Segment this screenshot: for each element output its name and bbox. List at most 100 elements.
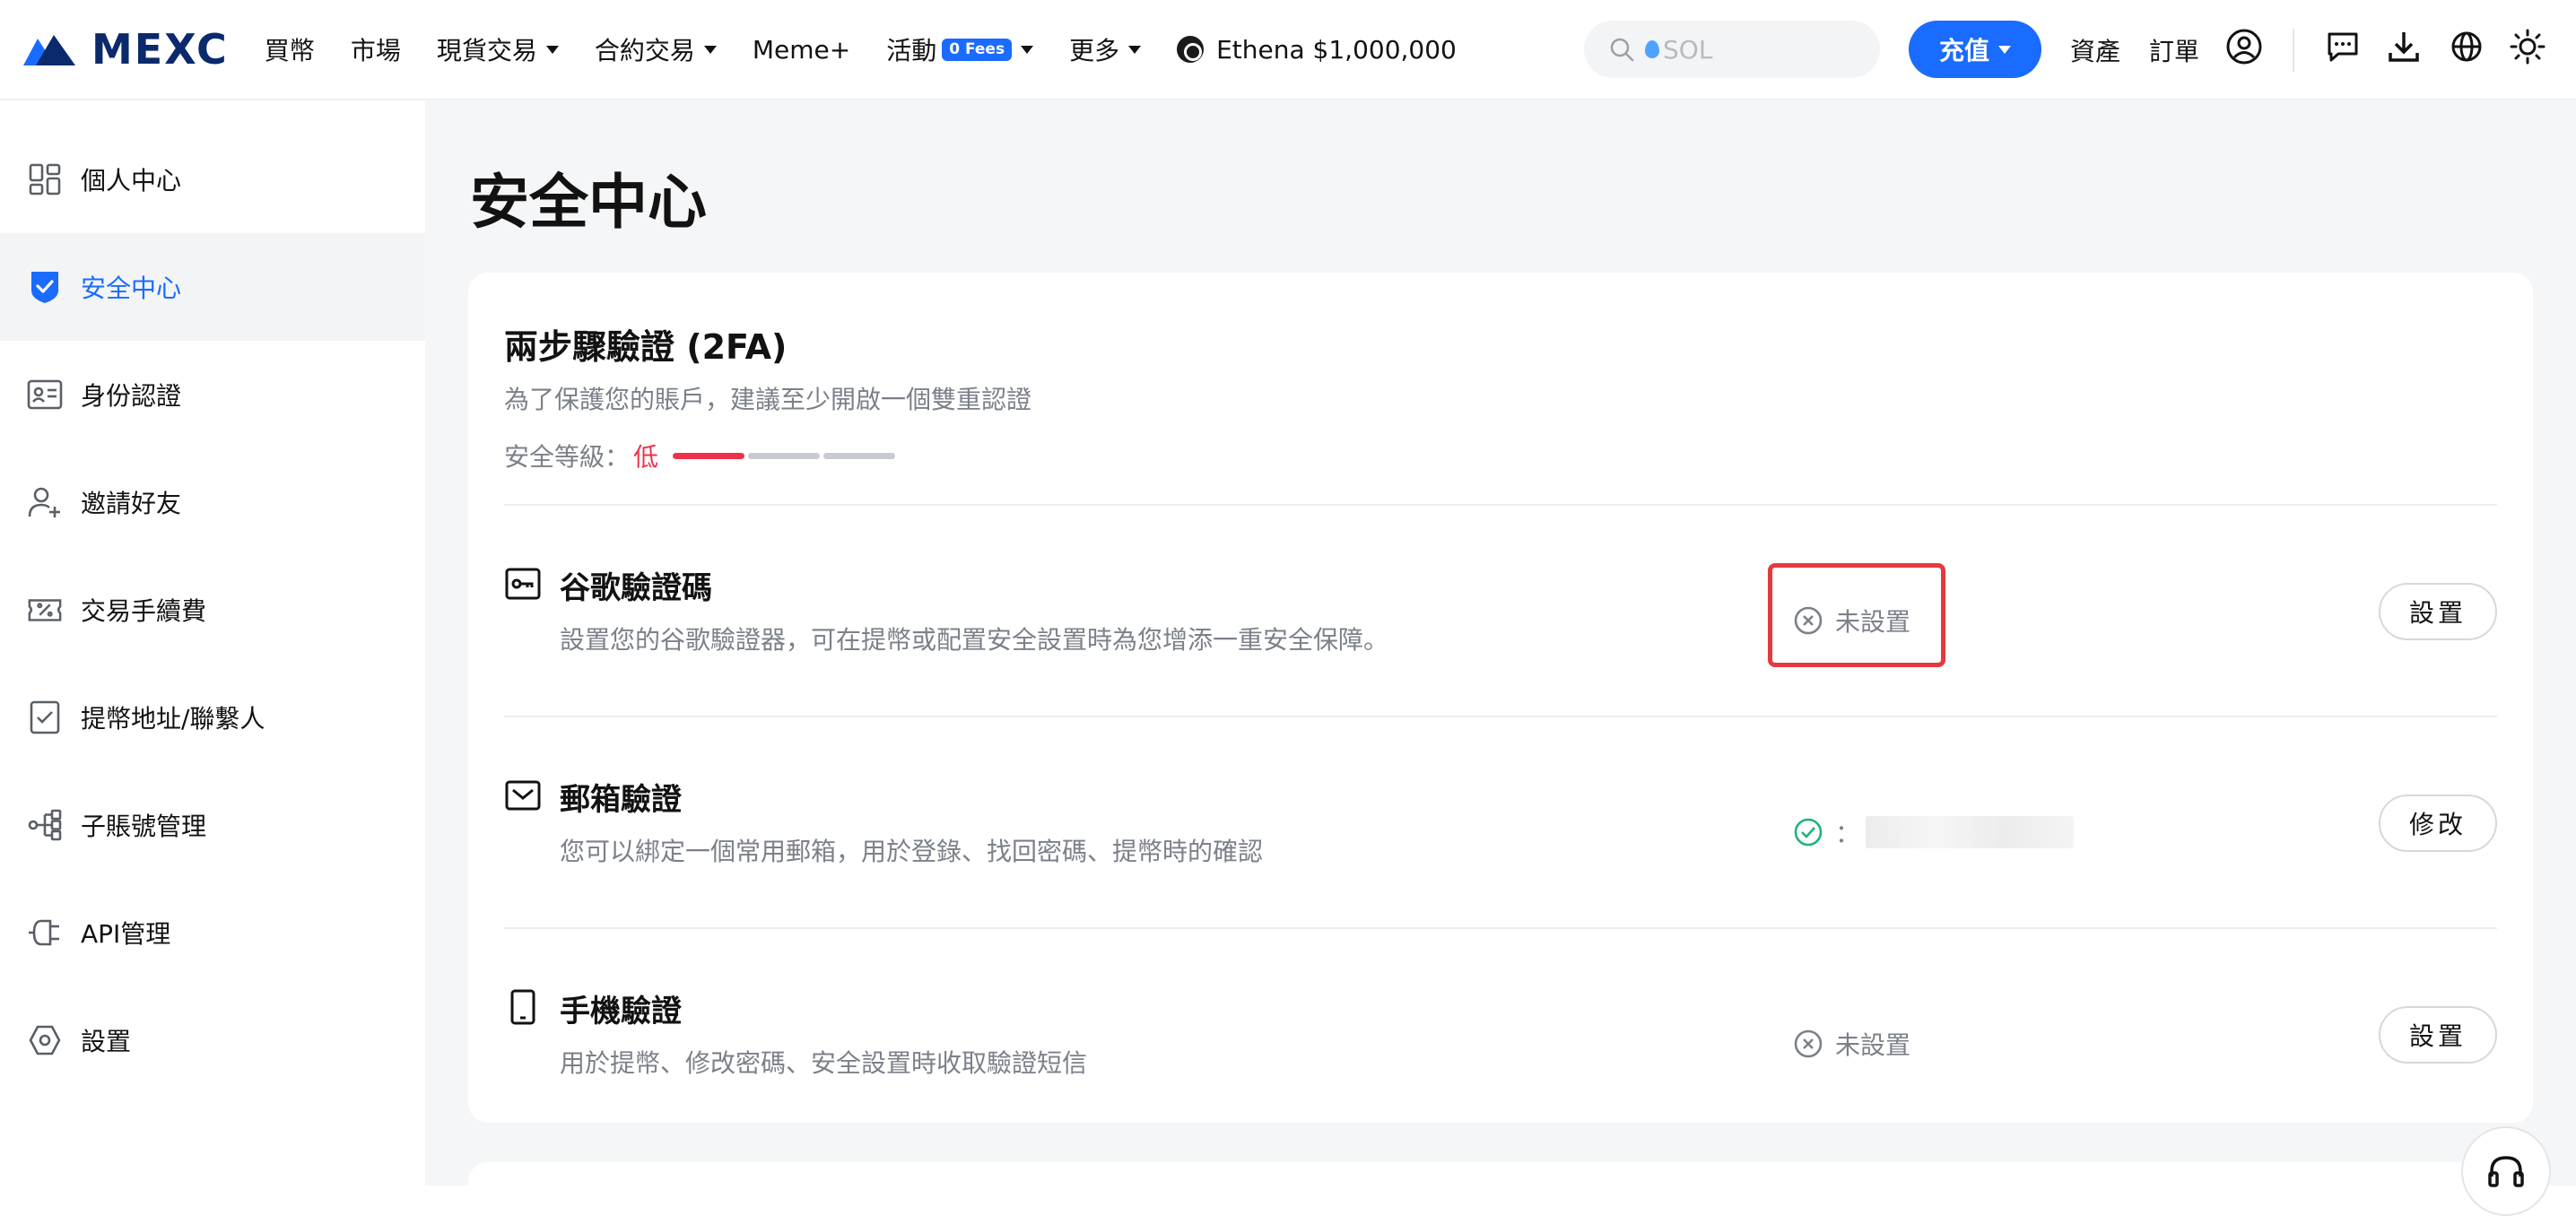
row-title: 郵箱驗證 xyxy=(560,782,682,818)
check-circle-icon xyxy=(1792,816,1824,848)
setup-google-auth-button[interactable]: 設置 xyxy=(2379,583,2497,640)
sidebar-item-label: 邀請好友 xyxy=(81,489,182,518)
nav-buy-crypto[interactable]: 買幣 xyxy=(265,31,315,67)
sidebar-item-identity-verification[interactable]: 身份認證 xyxy=(0,341,425,448)
nav-label: 現貨交易 xyxy=(436,36,537,65)
status-text: 未設置 xyxy=(1835,607,1911,637)
search-icon xyxy=(1610,38,1634,62)
chevron-down-icon xyxy=(1998,45,2011,54)
security-level-value: 低 xyxy=(633,442,659,472)
sidebar-item-label: 交易手續費 xyxy=(81,596,207,626)
nav-divider xyxy=(2293,29,2294,72)
address-book-icon xyxy=(27,699,63,735)
nav-label: Meme+ xyxy=(752,34,851,65)
headset-icon xyxy=(2488,1156,2524,1187)
nav-futures-trading[interactable]: 合約交易 xyxy=(595,31,717,67)
nav-events[interactable]: 活動 0 Fees xyxy=(886,31,1034,67)
sidebar-item-settings[interactable]: 設置 xyxy=(0,986,425,1094)
search-input[interactable]: SOL xyxy=(1584,21,1880,78)
nav-meme-plus[interactable]: Meme+ xyxy=(753,35,850,65)
status-not-set: 未設置 xyxy=(1792,1026,1910,1062)
nav-more[interactable]: 更多 xyxy=(1069,31,1142,67)
nav-label: 買幣 xyxy=(264,36,315,65)
level-segment xyxy=(823,452,896,459)
mexc-logo[interactable]: MEXC xyxy=(23,0,229,100)
modify-email-button[interactable]: 修改 xyxy=(2379,795,2497,852)
status-text: 未設置 xyxy=(1835,1030,1911,1060)
nav-markets[interactable]: 市場 xyxy=(351,31,401,67)
shield-icon xyxy=(27,269,63,305)
settings-icon xyxy=(27,1022,63,1058)
twofa-title: 兩步驟驗證 (2FA) xyxy=(504,327,788,367)
row-description: 您可以綁定一個常用郵箱，用於登錄、找回密碼、提幣時的確認 xyxy=(560,837,1264,866)
mexc-mountain-icon xyxy=(23,35,75,65)
sun-icon[interactable] xyxy=(2508,27,2547,66)
sidebar-item-sub-accounts[interactable]: 子賬號管理 xyxy=(0,771,425,879)
twofa-subtitle: 為了保護您的賬戶，建議至少開啟一個雙重認證 xyxy=(504,385,1032,414)
customer-support-button[interactable] xyxy=(2461,1126,2551,1216)
sidebar-item-label: 提幣地址/聯繫人 xyxy=(81,704,265,734)
sub-account-icon xyxy=(27,807,63,843)
nav-spot-trading[interactable]: 現貨交易 xyxy=(437,31,559,67)
dashboard-icon xyxy=(27,161,63,197)
globe-icon[interactable] xyxy=(2447,27,2486,66)
sidebar-item-trading-fees[interactable]: 交易手續費 xyxy=(0,556,425,664)
sidebar-item-security-center[interactable]: 安全中心 xyxy=(0,233,425,341)
sidebar-item-invite-friends[interactable]: 邀請好友 xyxy=(0,448,425,556)
sidebar-item-label: 子賬號管理 xyxy=(81,812,207,841)
download-icon[interactable] xyxy=(2384,27,2424,66)
solana-drop-icon xyxy=(1645,40,1659,58)
google-authenticator-row: 谷歌驗證碼 設置您的谷歌驗證器，可在提幣或配置安全設置時為您增添一重安全保障。 … xyxy=(504,506,2497,717)
chevron-down-icon xyxy=(703,45,717,54)
sidebar-item-personal-center[interactable]: 個人中心 xyxy=(0,126,425,233)
chevron-down-icon xyxy=(1128,45,1142,54)
x-circle-icon xyxy=(1792,1028,1824,1060)
status-not-set: 未設置 xyxy=(1792,603,1910,638)
row-title: 谷歌驗證碼 xyxy=(560,570,712,606)
deposit-button[interactable]: 充值 xyxy=(1909,21,2041,78)
phone-icon xyxy=(504,988,542,1026)
page-title: 安全中心 xyxy=(470,168,707,237)
security-level-label: 安全等級： xyxy=(504,442,631,472)
nav-label: Ethena $1,000,000 xyxy=(1216,34,1457,65)
setup-phone-button[interactable]: 設置 xyxy=(2379,1006,2497,1064)
two-factor-card: 兩步驟驗證 (2FA) 為了保護您的賬戶，建議至少開啟一個雙重認證 安全等級： … xyxy=(468,273,2533,1123)
sidebar-item-label: 安全中心 xyxy=(81,274,182,303)
zero-fees-badge: 0 Fees xyxy=(942,38,1013,61)
mail-icon xyxy=(504,777,542,814)
nav-label: 合約交易 xyxy=(594,36,695,65)
main-content: 安全中心 兩步驟驗證 (2FA) 為了保護您的賬戶，建議至少開啟一個雙重認證 安… xyxy=(425,100,2576,1216)
x-circle-icon xyxy=(1792,604,1824,637)
security-level: 安全等級： 低 xyxy=(504,438,899,473)
next-section-card xyxy=(468,1162,2533,1216)
sidebar-item-withdrawal-addresses[interactable]: 提幣地址/聯繫人 xyxy=(0,664,425,771)
id-card-icon xyxy=(27,377,63,413)
brand-name: MEXC xyxy=(91,25,229,74)
masked-email xyxy=(1866,816,2075,848)
sidebar-item-api-management[interactable]: API管理 xyxy=(0,879,425,986)
api-plug-icon xyxy=(27,915,63,951)
sidebar-item-label: 身份認證 xyxy=(81,381,182,411)
user-icon[interactable] xyxy=(2224,27,2264,66)
main-menu: 買幣 市場 現貨交易 合約交易 Meme+ 活動 0 Fees 更多 Ethena… xyxy=(265,0,1493,100)
row-description: 用於提幣、修改密碼、安全設置時收取驗證短信 xyxy=(560,1048,1088,1078)
row-description: 設置您的谷歌驗證器，可在提幣或配置安全設置時為您增添一重安全保障。 xyxy=(560,625,1389,655)
top-navbar: MEXC 買幣 市場 現貨交易 合約交易 Meme+ 活動 0 Fees 更多 E… xyxy=(0,0,2576,100)
sidebar-item-label: 設置 xyxy=(81,1027,132,1056)
key-icon xyxy=(504,565,542,603)
level-segment-filled xyxy=(673,452,745,459)
ethena-logo-icon xyxy=(1177,36,1205,63)
add-user-icon xyxy=(27,484,63,520)
sidebar: 個人中心 安全中心 身份認證 邀請好友 交易手續費 提幣地址/聯繫人 子賬號管理… xyxy=(0,100,425,1186)
nav-assets[interactable]: 資產 xyxy=(2070,32,2120,68)
nav-orders[interactable]: 訂單 xyxy=(2149,32,2199,68)
chevron-down-icon xyxy=(545,45,559,54)
nav-ethena-promo[interactable]: Ethena $1,000,000 xyxy=(1177,35,1457,65)
status-verified: ： xyxy=(1792,814,2075,850)
level-segment xyxy=(748,452,821,459)
nav-label: 活動 xyxy=(886,36,937,65)
row-title: 手機驗證 xyxy=(560,994,682,1029)
nav-label: 市場 xyxy=(350,36,401,65)
chat-icon[interactable] xyxy=(2323,27,2363,66)
chevron-down-icon xyxy=(1021,45,1034,54)
